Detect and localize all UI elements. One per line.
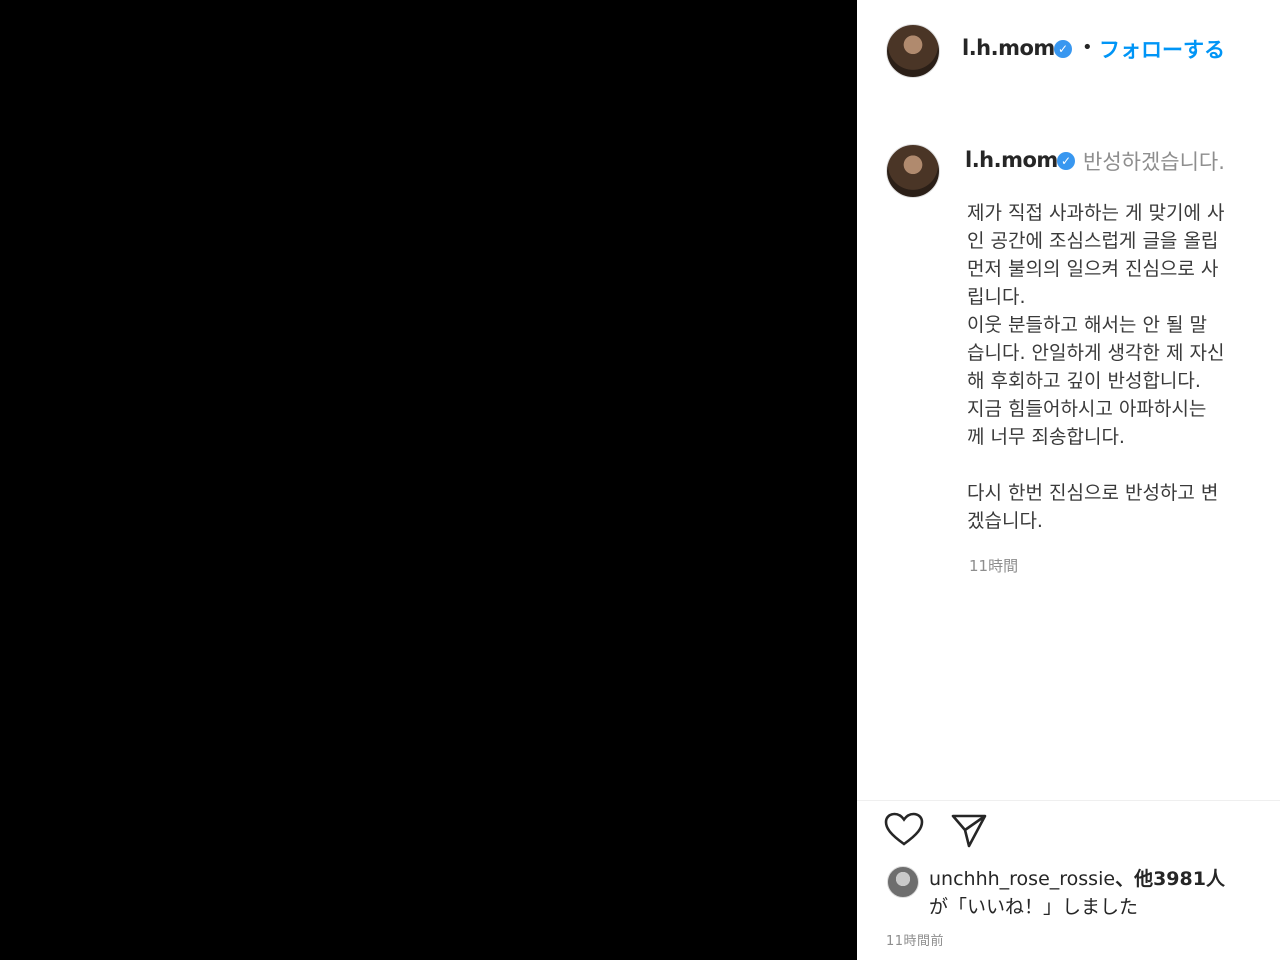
likes-summary[interactable]: unchhh_rose_rossie、他3981人: [929, 864, 1225, 891]
post-timestamp[interactable]: 11時間前: [886, 930, 944, 949]
caption-body: 제가 직접 사과하는 게 맞기에 사인 공간에 조심스럽게 글을 올립먼저 불의…: [967, 199, 1280, 535]
liker-username[interactable]: unchhh_rose_rossie: [929, 868, 1115, 890]
caption-age: 11時間: [969, 557, 1019, 575]
caption-line: 겠습니다.: [967, 510, 1043, 532]
caption-line: 립니다.: [967, 286, 1026, 308]
author-avatar[interactable]: [886, 24, 940, 78]
caption-line: 이웃 분들하고 해서는 안 될 말: [967, 314, 1207, 336]
caption-line: 제가 직접 사과하는 게 맞기에 사: [967, 202, 1225, 224]
caption-author-avatar[interactable]: [886, 144, 940, 198]
post-side-panel: l.h.mom ✓ • フォローする l.h.mom ✓ 반성하겠습니다. 제가…: [857, 0, 1280, 960]
heart-icon[interactable]: [882, 808, 926, 852]
caption-line: 해 후회하고 깊이 반성합니다.: [967, 370, 1201, 392]
caption-line: 습니다. 안일하게 생각한 제 자신: [967, 342, 1225, 364]
actions-divider: [857, 800, 1280, 801]
caption-line: 지금 힘들어하시고 아파하시는: [967, 398, 1207, 420]
likes-count[interactable]: 、他3981人: [1115, 868, 1225, 890]
verified-badge-icon: ✓: [1054, 40, 1072, 58]
liker-avatar[interactable]: [887, 866, 919, 898]
likes-suffix: が「いいね！」しました: [929, 896, 1139, 918]
caption-author-username[interactable]: l.h.mom: [965, 148, 1058, 172]
share-icon[interactable]: [947, 808, 991, 852]
caption-line: 다시 한번 진심으로 반성하고 변: [967, 482, 1219, 504]
caption-line: 인 공간에 조심스럽게 글을 올립: [967, 230, 1219, 252]
author-username[interactable]: l.h.mom: [962, 36, 1055, 60]
caption-line: 께 너무 죄송합니다.: [967, 426, 1125, 448]
caption-line: [967, 451, 1280, 479]
follow-button[interactable]: フォローする: [1099, 34, 1225, 64]
caption-title: 반성하겠습니다.: [1083, 150, 1225, 174]
caption-line: 먼저 불의의 일으켜 진심으로 사: [967, 258, 1219, 280]
caption-verified-badge-icon: ✓: [1057, 152, 1075, 170]
post-media[interactable]: [0, 0, 857, 960]
separator-dot: •: [1082, 37, 1093, 58]
